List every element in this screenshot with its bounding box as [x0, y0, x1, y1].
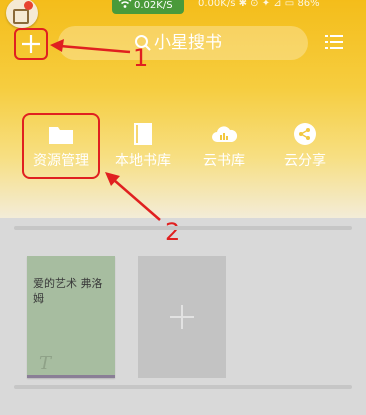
- shortcut-label: 云分享: [284, 153, 326, 169]
- book-icon: [134, 123, 152, 145]
- share-icon: [294, 123, 316, 145]
- shortcut-local-library[interactable]: 本地书库: [102, 118, 184, 178]
- book-cover-mark: T: [39, 353, 52, 374]
- annotation-number-2: 2: [165, 218, 181, 246]
- shelf-divider: [14, 226, 352, 230]
- shortcut-label: 本地书库: [115, 153, 171, 169]
- shortcut-cloud-library[interactable]: 云书库: [183, 118, 265, 178]
- book-cover-strip: [27, 375, 115, 378]
- shortcut-label: 云书库: [203, 153, 245, 169]
- highlight-box: [22, 113, 100, 179]
- book-title: 爱的艺术 弗洛姆: [33, 277, 103, 305]
- annotation-number-1: 1: [133, 44, 149, 72]
- book-cover[interactable]: 爱的艺术 弗洛姆 T: [27, 256, 115, 378]
- shelf-divider: [14, 385, 352, 389]
- shortcut-cloud-share[interactable]: 云分享: [264, 118, 346, 178]
- add-book-button[interactable]: [138, 256, 226, 378]
- cloud-icon: [212, 126, 238, 142]
- plus-icon: [170, 305, 194, 329]
